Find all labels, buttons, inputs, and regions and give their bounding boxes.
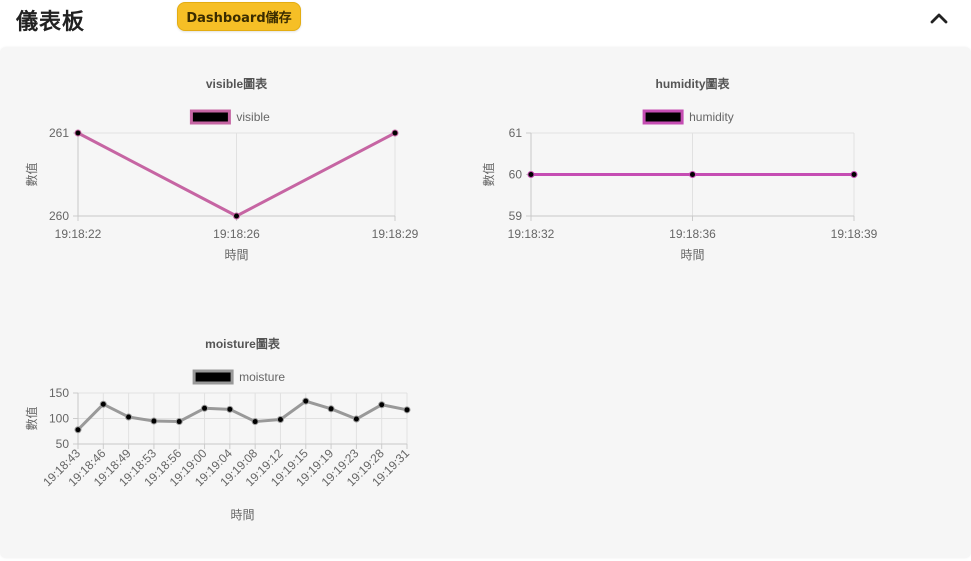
chart2-y-tick-label: 50 (56, 437, 70, 451)
chart2-data-point[interactable] (99, 400, 107, 408)
chart2-x-axis-label: 時間 (230, 508, 254, 522)
dashboard-page: 儀表板 Dashboard儲存 visible圖表 visible 260 261 19… (0, 0, 971, 561)
chart2-data-point[interactable] (302, 397, 310, 405)
chart2-legend-swatch[interactable] (192, 369, 234, 385)
chart2-data-point[interactable] (378, 401, 386, 409)
chart2-legend-label: moisture (239, 370, 285, 384)
chart2-data-point[interactable] (201, 404, 209, 412)
chart2-title: moisture圖表 (205, 336, 281, 351)
chart2-y-axis-label: 數值 (24, 406, 39, 430)
moisture-chart: moisture圖表moisture5010015019:18:4319:18:… (24, 336, 412, 522)
chart2-data-point[interactable] (226, 405, 234, 413)
chart2-data-point[interactable] (150, 417, 158, 425)
chart2-data-point[interactable] (175, 418, 183, 426)
chart2-data-point[interactable] (125, 413, 133, 421)
chart2-data-point[interactable] (352, 415, 360, 423)
chart2-y-tick-label: 150 (49, 386, 69, 400)
chart2-data-point[interactable] (403, 406, 411, 414)
chart2-y-tick-label: 100 (49, 412, 69, 426)
chart2-data-point[interactable] (276, 416, 284, 424)
chart2-data-point[interactable] (327, 405, 335, 413)
chart2-data-point[interactable] (74, 426, 82, 434)
chart2-data-point[interactable] (251, 418, 259, 426)
